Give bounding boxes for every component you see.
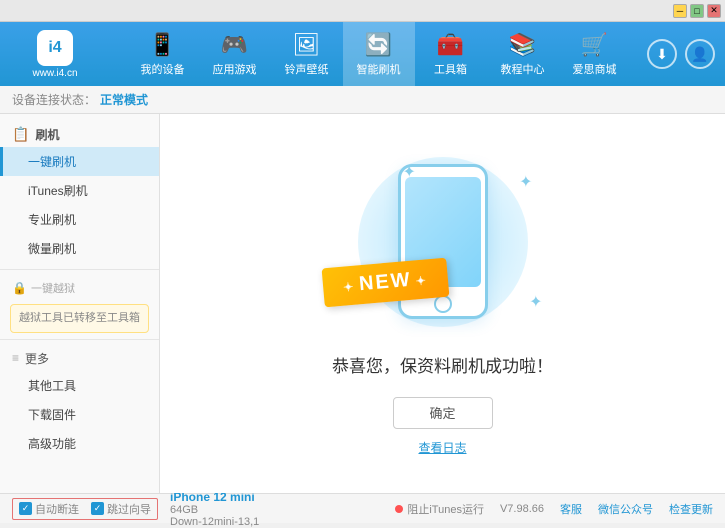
center-content: NEW ✦ ✦ ✦ 恭喜您，保资料刷机成功啦！ 确定 查看日志: [160, 114, 725, 493]
bottom-right: 阻止iTunes运行 V7.98.66 客服 微信公众号 检查更新: [395, 501, 713, 517]
checkbox-group: ✓ 自动断连 ✓ 跳过向导: [12, 498, 158, 520]
stop-itunes-label: 阻止iTunes运行: [407, 501, 484, 517]
sidebar-locked-label: 一键越狱: [31, 280, 75, 296]
stop-itunes-area[interactable]: 阻止iTunes运行: [395, 501, 484, 517]
sparkle-1: ✦: [403, 162, 416, 182]
sidebar-item-pro-flash[interactable]: 专业刷机: [0, 205, 159, 234]
bottom-bar: ✓ 自动断连 ✓ 跳过向导 iPhone 12 mini 64GB Down-1…: [0, 493, 725, 523]
nav-item-toolbox[interactable]: 🧰 工具箱: [415, 22, 487, 86]
sidebar-divider-2: [0, 339, 159, 340]
service-label[interactable]: 客服: [560, 501, 582, 517]
toolbox-icon: 🧰: [437, 32, 464, 58]
title-bar: ─ □ ✕: [0, 0, 725, 22]
sidebar-locked-jailbreak: 🔒 一键越狱: [0, 276, 159, 300]
bottom-left: ✓ 自动断连 ✓ 跳过向导 iPhone 12 mini 64GB Down-1…: [12, 490, 259, 528]
eq-icon: ≡: [12, 351, 19, 365]
sparkle-2: ✦: [519, 172, 532, 192]
nav-item-smart-flash-label: 智能刷机: [357, 61, 401, 77]
device-icon: 📱: [149, 32, 176, 58]
nav-item-tutorial-label: 教程中心: [501, 61, 545, 77]
device-model: Down-12mini-13,1: [170, 516, 259, 528]
sidebar-group-flash-title[interactable]: 📋 刷机: [0, 122, 159, 147]
logo-text: www.i4.cn: [32, 68, 77, 79]
sidebar-info-box: 越狱工具已转移至工具箱: [10, 304, 149, 333]
sidebar-item-download-firmware[interactable]: 下载固件: [0, 400, 159, 429]
tutorial-icon: 📚: [509, 32, 536, 58]
nav-item-apps-label: 应用游戏: [213, 61, 257, 77]
back-log-link[interactable]: 查看日志: [418, 439, 466, 456]
version-label: V7.98.66: [500, 503, 544, 515]
nav-item-toolbox-label: 工具箱: [434, 61, 467, 77]
device-info: iPhone 12 mini 64GB Down-12mini-13,1: [170, 490, 259, 528]
sidebar-group-flash: 📋 刷机 一键刷机 iTunes刷机 专业刷机 微量刷机: [0, 122, 159, 263]
lock-icon: 🔒: [12, 281, 27, 295]
flash-group-icon: 📋: [12, 126, 29, 143]
nav-item-tutorial[interactable]: 📚 教程中心: [487, 22, 559, 86]
nav-item-store-label: 爱思商城: [573, 61, 617, 77]
success-illustration: NEW ✦ ✦ ✦: [333, 152, 553, 332]
checkbox-auto-icon: ✓: [19, 502, 32, 515]
phone-home-btn: [434, 295, 452, 313]
sidebar-group-flash-label: 刷机: [35, 126, 59, 143]
nav-items: 📱 我的设备 🎮 应用游戏 🖼 铃声壁纸 🔄 智能刷机 🧰 工具箱 📚 教程中心…: [110, 22, 647, 86]
store-icon: 🛒: [581, 32, 608, 58]
main-area: 📋 刷机 一键刷机 iTunes刷机 专业刷机 微量刷机 🔒 一键越狱 越狱工具…: [0, 114, 725, 493]
download-button[interactable]: ⬇: [647, 39, 677, 69]
stop-dot: [395, 505, 403, 513]
sidebar-item-advanced[interactable]: 高级功能: [0, 429, 159, 458]
status-label: 设备连接状态：: [12, 91, 96, 108]
sidebar-item-itunes-flash[interactable]: iTunes刷机: [0, 176, 159, 205]
user-button[interactable]: 👤: [685, 39, 715, 69]
checkbox-skip-label: 跳过向导: [107, 501, 151, 517]
nav-item-my-device-label: 我的设备: [141, 61, 185, 77]
nav-item-store[interactable]: 🛒 爱思商城: [559, 22, 631, 86]
sidebar-item-one-click-flash[interactable]: 一键刷机: [0, 147, 159, 176]
sidebar: 📋 刷机 一键刷机 iTunes刷机 专业刷机 微量刷机 🔒 一键越狱 越狱工具…: [0, 114, 160, 493]
status-bar: 设备连接状态： 正常模式: [0, 86, 725, 114]
top-nav: i4 www.i4.cn 📱 我的设备 🎮 应用游戏 🖼 铃声壁纸 🔄 智能刷机…: [0, 22, 725, 86]
nav-item-ringtones-label: 铃声壁纸: [285, 61, 329, 77]
close-button[interactable]: ✕: [707, 4, 721, 18]
confirm-button[interactable]: 确定: [393, 397, 493, 429]
status-value: 正常模式: [100, 91, 148, 108]
logo-char: i4: [48, 39, 61, 57]
ringtones-icon: 🖼: [293, 32, 321, 58]
nav-item-ringtones[interactable]: 🖼 铃声壁纸: [271, 22, 343, 86]
nav-item-apps-games[interactable]: 🎮 应用游戏: [199, 22, 271, 86]
sidebar-item-micro-flash[interactable]: 微量刷机: [0, 234, 159, 263]
sidebar-more-title: ≡ 更多: [0, 346, 159, 371]
minimize-button[interactable]: ─: [673, 4, 687, 18]
checkbox-skip-wizard[interactable]: ✓ 跳过向导: [91, 501, 151, 517]
smart-flash-icon: 🔄: [365, 32, 392, 58]
maximize-button[interactable]: □: [690, 4, 704, 18]
sidebar-more-label: 更多: [25, 350, 49, 367]
logo-area: i4 www.i4.cn: [10, 30, 100, 79]
nav-item-my-device[interactable]: 📱 我的设备: [127, 22, 199, 86]
sidebar-item-other-tools[interactable]: 其他工具: [0, 371, 159, 400]
nav-right: ⬇ 👤: [647, 39, 715, 69]
nav-item-smart-flash[interactable]: 🔄 智能刷机: [343, 22, 415, 86]
checkbox-auto-disconnect[interactable]: ✓ 自动断连: [19, 501, 79, 517]
checkbox-auto-label: 自动断连: [35, 501, 79, 517]
apps-icon: 🎮: [221, 32, 248, 58]
update-label[interactable]: 检查更新: [669, 501, 713, 517]
logo-icon: i4: [37, 30, 73, 66]
sparkle-3: ✦: [529, 292, 542, 312]
wechat-label[interactable]: 微信公众号: [598, 501, 653, 517]
checkbox-skip-icon: ✓: [91, 502, 104, 515]
device-storage: 64GB: [170, 504, 259, 516]
success-text: 恭喜您，保资料刷机成功啦！: [332, 352, 553, 377]
sidebar-divider-1: [0, 269, 159, 270]
